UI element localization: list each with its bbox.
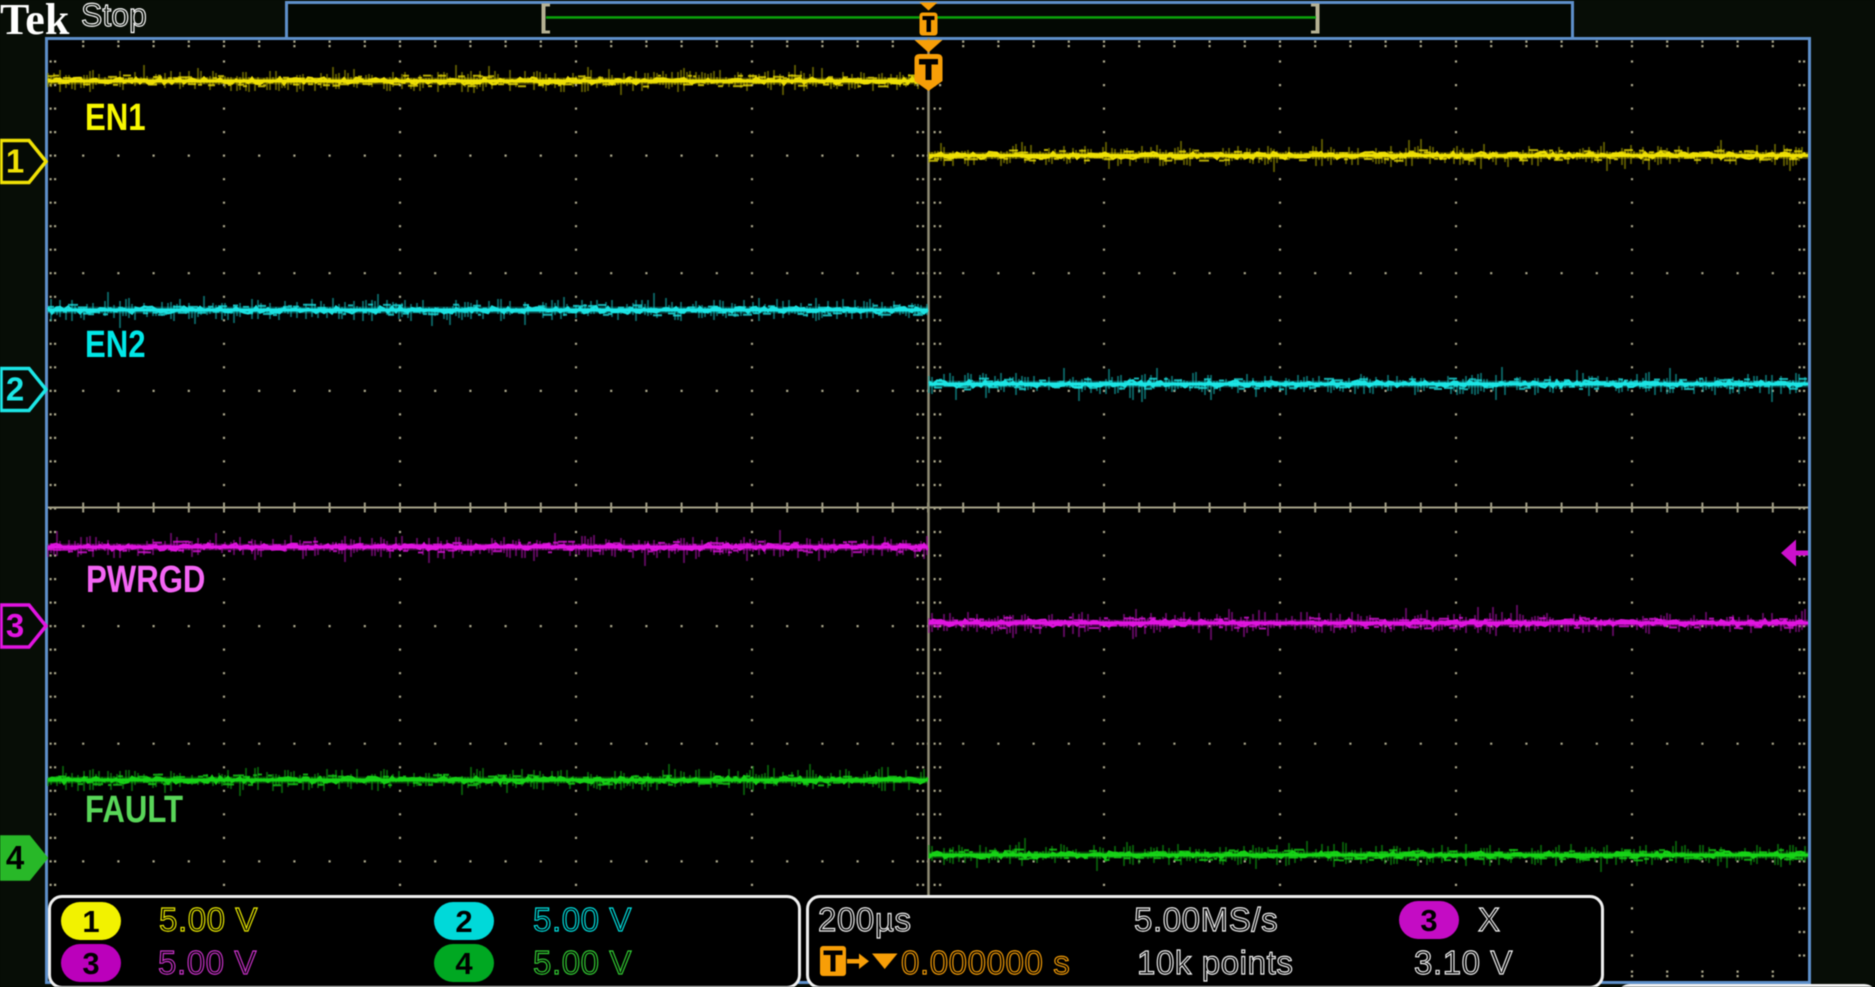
svg-text:1: 1	[6, 143, 24, 180]
svg-text:2: 2	[6, 371, 24, 408]
svg-text:4: 4	[6, 839, 25, 876]
svg-text:3: 3	[6, 607, 24, 644]
